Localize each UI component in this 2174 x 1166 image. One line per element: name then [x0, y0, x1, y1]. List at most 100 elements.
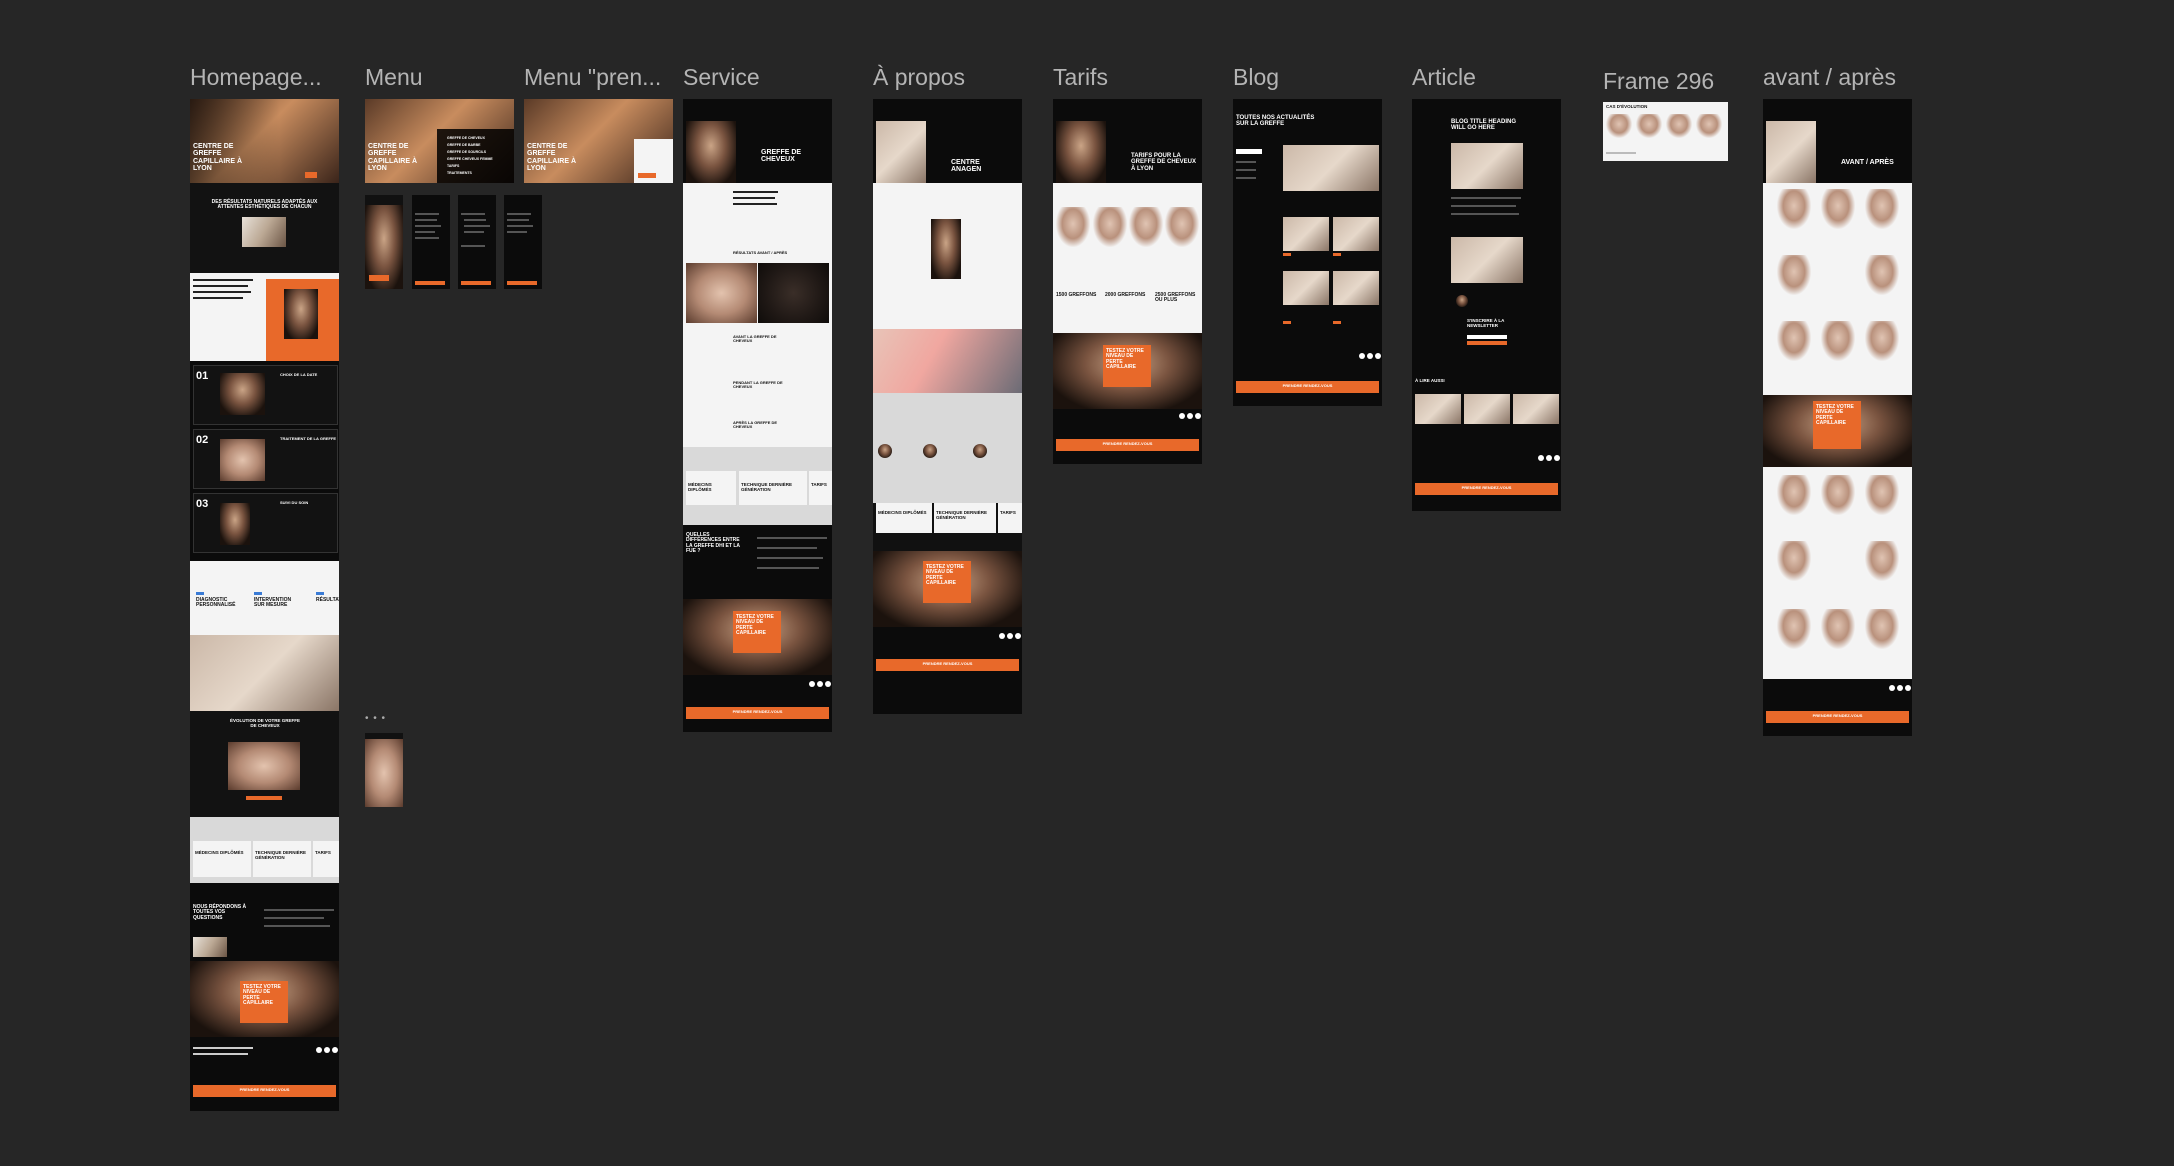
before-after-portrait[interactable]	[1865, 475, 1899, 515]
social-icon[interactable]	[1187, 413, 1193, 419]
faq-line[interactable]	[757, 567, 819, 569]
faq-line[interactable]	[757, 537, 827, 539]
faq-line[interactable]	[264, 909, 334, 911]
menu-item[interactable]: GREFFE DE BARBE	[447, 143, 480, 148]
before-after-portrait[interactable]	[1777, 609, 1811, 649]
evolution-slider[interactable]	[246, 796, 282, 800]
menu-line[interactable]	[464, 225, 490, 227]
before-after-portrait[interactable]	[1777, 475, 1811, 515]
social-icon[interactable]	[825, 681, 831, 687]
filter-chip[interactable]	[1236, 149, 1262, 154]
related-post-image[interactable]	[1464, 394, 1510, 424]
social-icon[interactable]	[1889, 685, 1895, 691]
before-after-portrait[interactable]	[1821, 321, 1855, 361]
before-after-portrait[interactable]	[1821, 189, 1855, 229]
filter-item[interactable]	[1236, 177, 1256, 179]
mobile-cta[interactable]	[461, 281, 491, 285]
frame-service[interactable]: GREFFE DE CHEVEUX RÉSULTATS AVANT / APRÈ…	[683, 99, 832, 732]
menu-line[interactable]	[507, 213, 531, 215]
social-icon[interactable]	[1554, 455, 1560, 461]
menu-line[interactable]	[461, 213, 485, 215]
frame-blog[interactable]: TOUTES NOS ACTUALITÉS SUR LA GREFFE PREN…	[1233, 99, 1382, 406]
menu-item[interactable]: TRAITEMENTS	[447, 171, 472, 176]
mobile-cta[interactable]	[369, 275, 389, 281]
frame-label-apropos[interactable]: À propos	[873, 64, 965, 91]
social-icon[interactable]	[316, 1047, 322, 1053]
more-icon[interactable]: • • •	[365, 713, 386, 724]
menu-line[interactable]	[464, 231, 484, 233]
social-icon[interactable]	[1546, 455, 1552, 461]
before-after-portrait[interactable]	[1865, 189, 1899, 229]
faq-line[interactable]	[757, 557, 823, 559]
menu-line[interactable]	[415, 219, 437, 221]
post-image[interactable]	[1283, 271, 1329, 305]
before-after-portrait[interactable]	[1821, 609, 1855, 649]
before-after-portrait[interactable]	[1777, 541, 1811, 581]
social-icon[interactable]	[332, 1047, 338, 1053]
frame-label-menu-pren[interactable]: Menu "pren...	[524, 64, 661, 91]
mobile-cta[interactable]	[507, 281, 537, 285]
social-icon[interactable]	[1538, 455, 1544, 461]
frame-menu-mobile-1[interactable]	[365, 195, 403, 289]
frame-avant-apres[interactable]: AVANT / APRÈS TESTEZ VOTRE NIVEAU DE PER…	[1763, 99, 1912, 736]
before-after-portrait[interactable]	[1865, 255, 1899, 295]
faq-line[interactable]	[757, 547, 817, 549]
menu-line[interactable]	[507, 225, 533, 227]
before-after-portrait[interactable]	[1777, 321, 1811, 361]
before-after-portrait[interactable]	[1821, 475, 1855, 515]
social-icon[interactable]	[1359, 353, 1365, 359]
design-canvas[interactable]: Homepage... Menu Menu "pren... Service À…	[0, 0, 2174, 1166]
frame-menu-mobile-4[interactable]	[504, 195, 542, 289]
menu-line[interactable]	[415, 225, 441, 227]
frame-label-homepage[interactable]: Homepage...	[190, 64, 322, 91]
frame-apropos[interactable]: CENTRE ANAGEN MÉDECINS DIPLÔMÉS TECHNIQU…	[873, 99, 1022, 714]
faq-line[interactable]	[264, 925, 330, 927]
mobile-cta[interactable]	[415, 281, 445, 285]
frame-tarifs[interactable]: TARIFS POUR LA GREFFE DE CHEVEUX À LYON …	[1053, 99, 1202, 464]
featured-post-image[interactable]	[1283, 145, 1379, 191]
menu-item[interactable]: GREFFE DE SOURCILS	[447, 150, 486, 155]
social-icon[interactable]	[1897, 685, 1903, 691]
social-icon[interactable]	[1015, 633, 1021, 639]
frame-label-frame296[interactable]: Frame 296	[1603, 68, 1714, 95]
post-image[interactable]	[1333, 217, 1379, 251]
menu-line[interactable]	[507, 219, 529, 221]
frame-menu-hero[interactable]: CENTRE DE GREFFE CAPILLAIRE À LYON GREFF…	[365, 99, 514, 183]
social-icon[interactable]	[324, 1047, 330, 1053]
social-icon[interactable]	[1367, 353, 1373, 359]
menu-item[interactable]: GREFFE DE CHEVEUX	[447, 136, 485, 141]
filter-item[interactable]	[1236, 169, 1256, 171]
newsletter-button[interactable]	[1467, 341, 1507, 345]
post-image[interactable]	[1283, 217, 1329, 251]
frame-label-menu[interactable]: Menu	[365, 64, 423, 91]
menu-item[interactable]: GREFFE CHEVEUX FEMME	[447, 157, 493, 162]
menu-line[interactable]	[464, 219, 486, 221]
step-card-3[interactable]	[193, 493, 338, 553]
before-after-portrait[interactable]	[1865, 541, 1899, 581]
frame-menu-mobile-3[interactable]	[458, 195, 496, 289]
frame-menu-mobile-2[interactable]	[412, 195, 450, 289]
social-icon[interactable]	[999, 633, 1005, 639]
frame-menu-mobile-small[interactable]	[365, 733, 403, 807]
frame-article[interactable]: BLOG TITLE HEADING WILL GO HERE S'INSCRI…	[1412, 99, 1561, 511]
social-icon[interactable]	[1195, 413, 1201, 419]
menu-item[interactable]: TARIFS	[447, 164, 459, 169]
menu-line[interactable]	[415, 231, 435, 233]
related-post-image[interactable]	[1513, 394, 1559, 424]
social-icon[interactable]	[817, 681, 823, 687]
booking-cta[interactable]	[638, 173, 656, 178]
frame-label-article[interactable]: Article	[1412, 64, 1476, 91]
before-after-portrait[interactable]	[1865, 609, 1899, 649]
filter-item[interactable]	[1236, 161, 1256, 163]
menu-line[interactable]	[507, 231, 527, 233]
frame-label-blog[interactable]: Blog	[1233, 64, 1279, 91]
frame-menu-pren[interactable]: CENTRE DE GREFFE CAPILLAIRE À LYON	[524, 99, 673, 183]
before-after-portrait[interactable]	[1777, 255, 1811, 295]
hero-cta-button[interactable]	[305, 172, 317, 178]
social-icon[interactable]	[1375, 353, 1381, 359]
frame-label-avant-apres[interactable]: avant / après	[1763, 64, 1896, 91]
newsletter-input[interactable]	[1467, 335, 1507, 339]
before-after-portrait[interactable]	[1865, 321, 1899, 361]
faq-line[interactable]	[264, 917, 324, 919]
menu-line[interactable]	[415, 213, 439, 215]
